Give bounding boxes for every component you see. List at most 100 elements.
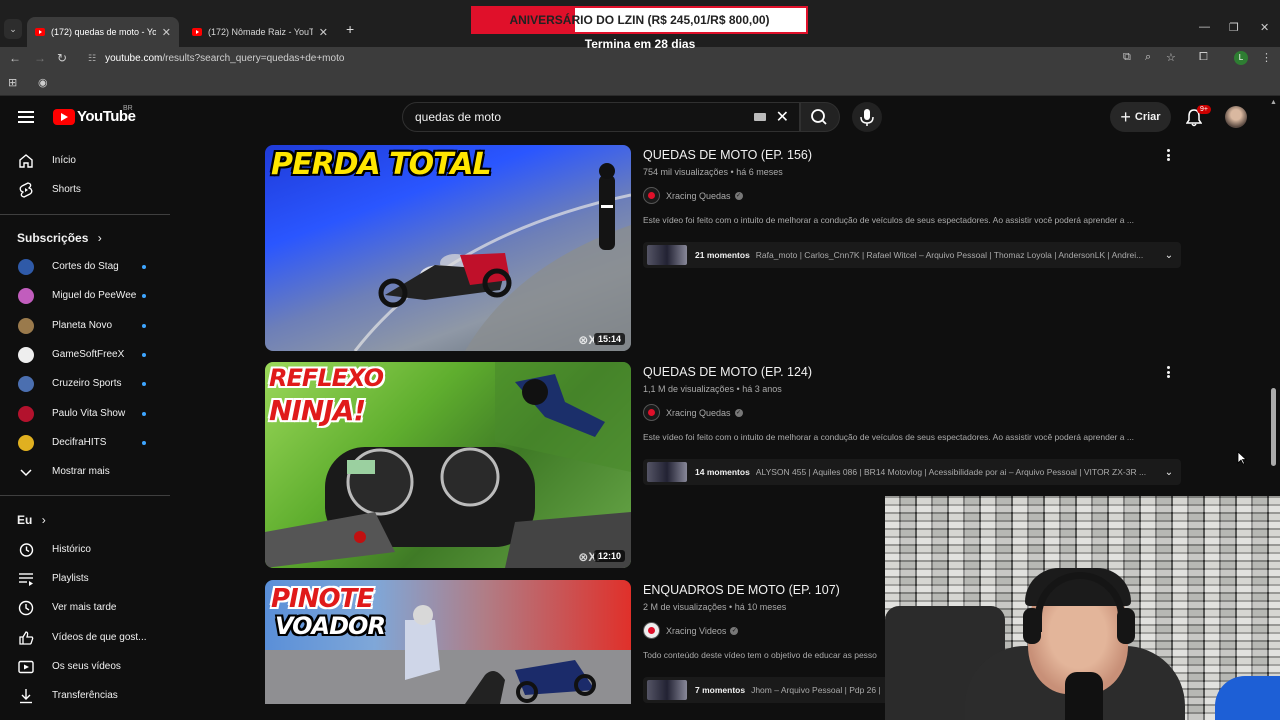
sidebar-item-history[interactable]: Histórico [0,535,170,564]
video-title[interactable]: QUEDAS DE MOTO (EP. 156) [643,148,812,162]
voice-search-button[interactable] [852,102,882,132]
video-description: Este vídeo foi feito com o intuito de me… [643,432,1134,442]
tab-title: (172) quedas de moto - YouTube [51,27,156,37]
sidebar-item-subscription[interactable]: Cruzeiro Sports [0,369,170,398]
tab-close-icon[interactable]: ✕ [319,26,328,39]
sidebar-item-downloads[interactable]: Transferências [0,681,170,710]
extensions-icon[interactable]: ⧠ [1199,51,1208,64]
apps-grid-icon[interactable]: ⊞ [8,76,17,89]
bookmark-globe-icon[interactable]: ◉ [38,76,48,89]
sidebar-item-your-videos[interactable]: Os seus vídeos [0,652,170,681]
sidebar-item-show-more[interactable]: Mostrar mais [0,457,170,486]
youtube-header: YouTube BR quedas de moto ✕ + Criar 9+ [0,97,1280,139]
channel-avatar [643,404,660,421]
site-info-icon[interactable]: ☷ [88,53,96,64]
new-content-dot [142,264,146,269]
sidebar-item-watch-later[interactable]: Ver mais tarde [0,593,170,622]
notification-badge: 9+ [1197,105,1211,114]
video-title[interactable]: ENQUADROS DE MOTO (EP. 107) [643,583,840,597]
goal-countdown: Termina em 28 dias [584,37,696,51]
scroll-up-arrow-icon[interactable]: ▲ [1270,99,1277,106]
menu-icon[interactable] [18,111,34,123]
you-heading[interactable]: Eu › [17,513,46,527]
keyboard-icon[interactable] [753,113,766,121]
url-path: /results?search_query=quedas+de+moto [162,52,345,64]
verified-icon: ✓ [734,191,743,200]
sidebar: Início Shorts Subscrições › Cortes do St… [0,139,170,720]
tab-title: (172) Nômade Raiz - YouTube [208,27,313,37]
chevron-down-icon[interactable]: ⌄ [1157,467,1181,478]
sidebar-item-subscription[interactable]: Paulo Vita Show [0,399,170,428]
minimize-icon[interactable]: — [1199,21,1210,33]
verified-icon: ✓ [734,408,743,417]
install-app-icon[interactable]: ⧉ [1123,51,1131,64]
restore-icon[interactable]: ❐ [1229,21,1239,34]
sidebar-item-subscription[interactable]: DecifraHITS [0,428,170,457]
video-result: PERDA TOTAL ⊗Xr 15:14 QUEDAS DE MOTO (EP… [265,145,1185,355]
browser-tab-active[interactable]: (172) quedas de moto - YouTube ✕ [27,17,179,47]
tab-close-icon[interactable]: ✕ [162,26,171,39]
tab-search-button[interactable]: ⌄ [4,19,22,39]
user-avatar[interactable] [1225,106,1247,128]
key-moments-bar[interactable]: 14 momentos ALYSON 455 | Aquiles 086 | B… [643,459,1181,485]
sidebar-item-liked-videos[interactable]: Vídeos de que gost... [0,623,170,652]
channel-name: Xracing Videos [666,625,727,636]
subscriptions-heading[interactable]: Subscrições › [17,231,102,245]
sidebar-item-subscription[interactable]: Planeta Novo [0,311,170,340]
video-duration: 15:14 [593,333,625,345]
video-thumbnail[interactable]: PERDA TOTAL ⊗Xr 15:14 [265,145,631,351]
video-thumbnail[interactable]: REFLEXO NINJA! ⊗Xr 12:10 [265,362,631,568]
url-host: youtube.com [105,52,163,64]
more-options-icon[interactable] [1162,364,1174,380]
browser-tab[interactable]: (172) Nômade Raiz - YouTube ✕ [184,17,336,47]
back-icon[interactable]: ← [9,51,21,65]
sidebar-item-label: Cruzeiro Sports [52,378,122,389]
youtube-favicon-icon [192,28,202,36]
thumbnail-scene [265,362,631,568]
moments-list: Rafa_moto | Carlos_Cnn7K | Rafael Witcel… [755,250,1144,260]
channel-link[interactable]: Xracing Quedas ✓ [643,404,743,421]
youtube-logo[interactable]: YouTube BR [53,105,136,125]
search-button[interactable] [800,102,840,132]
watch-later-icon [18,600,34,616]
youtube-play-icon [53,108,75,125]
sidebar-item-home[interactable]: Início [0,146,170,175]
sidebar-item-subscription[interactable]: Cortes do Stag [0,252,170,281]
thumbnail-text: PERDA TOTAL [271,147,492,182]
search-input[interactable]: quedas de moto ✕ [402,102,800,132]
channel-link[interactable]: Xracing Videos ✓ [643,622,739,639]
create-button[interactable]: + Criar [1110,102,1171,132]
browser-menu-icon[interactable]: ⋮ [1261,51,1272,64]
browser-profile-avatar[interactable]: L [1234,51,1248,65]
sidebar-item-label: Mostrar mais [52,466,110,477]
downloads-icon [18,688,34,704]
new-tab-icon[interactable]: + [346,21,354,37]
sidebar-item-playlists[interactable]: Playlists [0,564,170,593]
channel-avatar [18,434,34,451]
more-options-icon[interactable] [1162,147,1174,163]
reload-icon[interactable]: ↻ [57,51,67,65]
goal-text: ANIVERSÁRIO DO LZIN (R$ 245,01/R$ 800,00… [509,13,770,27]
window-close-icon[interactable]: ✕ [1260,21,1269,34]
key-moments-bar[interactable]: 21 momentos Rafa_moto | Carlos_Cnn7K | R… [643,242,1181,268]
video-title[interactable]: QUEDAS DE MOTO (EP. 124) [643,365,812,379]
clear-search-icon[interactable]: ✕ [776,107,789,127]
thumbnail-text-line-1: PINOTE [271,584,374,614]
sidebar-item-subscription[interactable]: Miguel do PeeWee [0,281,170,310]
bookmark-star-icon[interactable]: ☆ [1166,51,1176,64]
sidebar-item-subscription[interactable]: GameSoftFreeX [0,340,170,369]
sidebar-item-shorts[interactable]: Shorts [0,175,170,204]
sidebar-item-label: Histórico [52,544,91,555]
zoom-icon[interactable]: ⌕ [1145,51,1151,64]
view-count: 2 M de visualizações [643,602,727,612]
scrollbar-thumb[interactable] [1271,388,1276,466]
sidebar-item-label: Ver mais tarde [52,602,117,613]
forward-icon[interactable]: → [34,51,46,65]
headset-ear [1117,608,1135,644]
chevron-down-icon[interactable]: ⌄ [1157,250,1181,261]
channel-link[interactable]: Xracing Quedas ✓ [643,187,743,204]
microphone-icon [860,109,874,126]
video-thumbnail[interactable]: PINOTE VOADOR [265,580,631,704]
address-bar[interactable]: ☷ youtube.com/results?search_query=queda… [80,48,1260,68]
moments-list: ALYSON 455 | Aquiles 086 | BR14 Motovlog… [755,467,1147,477]
